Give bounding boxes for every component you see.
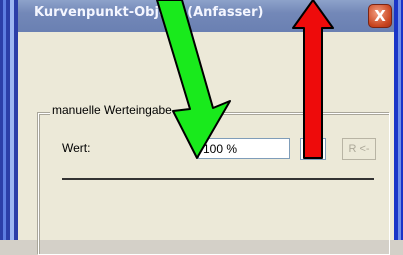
red-arrow-annotation [292, 0, 334, 159]
